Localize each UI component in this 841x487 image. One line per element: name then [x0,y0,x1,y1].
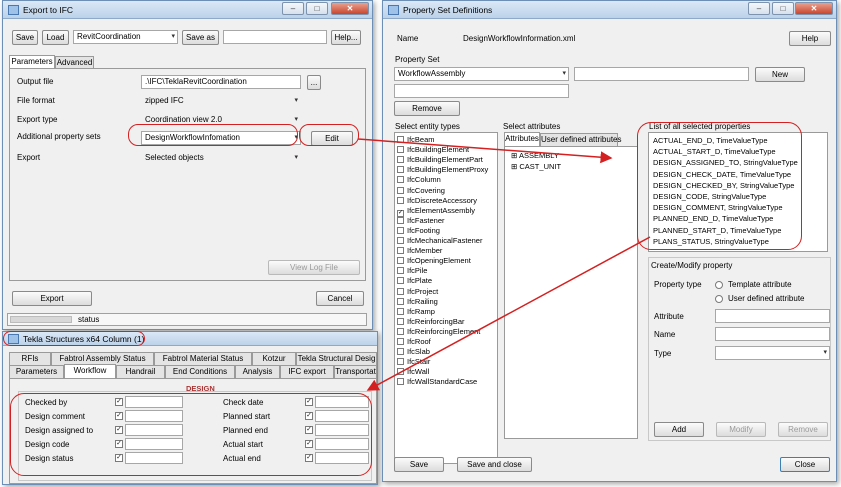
annotation-arrows [357,138,651,391]
arrow-edit-to-props [357,138,613,164]
arrow-props-to-design [366,236,651,391]
